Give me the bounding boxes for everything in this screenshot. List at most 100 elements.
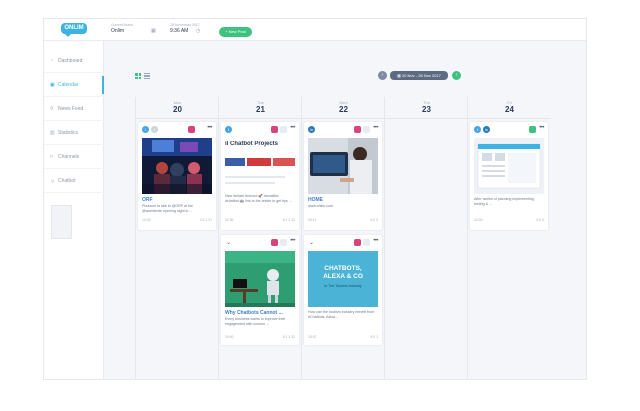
post-stats: 5 1 1 32 xyxy=(282,335,295,339)
twitter-icon: t xyxy=(474,126,481,133)
post-time: 15:00 xyxy=(225,335,234,339)
list-view-icon[interactable] xyxy=(144,73,150,79)
brand-value: Onlim xyxy=(111,28,125,34)
twitter-icon: t xyxy=(225,126,232,133)
post-link[interactable]: www.onlim.com xyxy=(308,204,376,210)
more-options-icon[interactable]: ••• xyxy=(207,125,212,131)
twitter-icon: t xyxy=(142,126,149,133)
brand-selector[interactable]: Current Brand Onlim xyxy=(111,23,133,35)
day-date: 21 xyxy=(256,105,265,114)
grid-view-icon[interactable] xyxy=(135,73,141,79)
sidebar-item-news-feed[interactable]: ⚲ News Feed xyxy=(44,97,104,121)
day-name: Tue xyxy=(257,100,264,105)
card-header: ••• xyxy=(308,238,378,247)
graphic-line-1: CHATBOTS, xyxy=(324,265,362,272)
instagram-icon[interactable] xyxy=(354,239,361,246)
post-footer: 10:00 6 0 0 xyxy=(474,218,544,222)
linkedin-icon: in xyxy=(308,126,315,133)
card-header: t f ••• xyxy=(142,125,212,134)
sidebar: ◔ Dashboard ▣ Calendar ⚲ News Feed ▥ Statist… xyxy=(44,41,104,379)
post-card[interactable]: in ••• HOME www.onlim.com 09:11 6 0 0 xyxy=(304,122,382,230)
preview-icon[interactable] xyxy=(363,239,370,246)
post-stats: 2 6 1 37 xyxy=(199,218,212,222)
post-card[interactable]: t in ••• After weeks of planning impleme… xyxy=(470,122,548,230)
clock-icon[interactable]: ◷ xyxy=(196,28,200,34)
post-card[interactable]: ⌄ ••• CHATBOTS, ALEXA & CO In The Touris… xyxy=(304,235,382,345)
day-name: Fri xyxy=(507,100,512,105)
post-image xyxy=(308,138,378,194)
calendar-small-icon[interactable]: ▦ xyxy=(151,28,156,34)
post-title[interactable]: HOME xyxy=(308,197,378,203)
post-stats: 6 0 0 xyxy=(536,218,544,222)
post-image xyxy=(225,251,295,307)
instagram-icon[interactable] xyxy=(354,126,361,133)
sidebar-item-label: News Feed xyxy=(58,106,84,112)
post-image xyxy=(142,138,212,194)
more-options-icon[interactable]: ••• xyxy=(373,238,378,244)
date-range-label: 20 Nov - 26 Nov 2017 xyxy=(401,73,441,78)
post-title[interactable]: Why Chatbots Cannot ... xyxy=(225,310,295,316)
card-header: ••• xyxy=(225,238,295,247)
day-date: 20 xyxy=(173,105,182,114)
card-header: in ••• xyxy=(308,125,378,134)
post-footer: 09:11 6 0 0 xyxy=(308,218,378,222)
post-text: New #share #record 🚀 #smallbiz #chatbot … xyxy=(225,194,292,203)
top-bar: ONLIM Current Brand Onlim ▦ 25 November … xyxy=(44,19,586,41)
more-options-icon[interactable]: ••• xyxy=(290,125,295,131)
new-post-button[interactable]: + New Post xyxy=(219,27,252,37)
onlim-logo[interactable]: ONLIM xyxy=(61,23,87,37)
chatbot-icon: ☺ xyxy=(50,178,56,184)
more-options-icon[interactable]: ••• xyxy=(539,125,544,131)
post-text: Pleasure to talk to @ORF at the @wkelder… xyxy=(142,204,193,213)
newsfeed-icon: ⚲ xyxy=(50,106,54,112)
channels-icon: ⌑ xyxy=(50,154,53,160)
week-calendar: Mon 20 Tue 21 Wed 22 Thu 23 Fri 24 t f •… xyxy=(135,97,585,379)
day-name: Thu xyxy=(423,100,430,105)
facebook-icon: f xyxy=(151,126,158,133)
preview-icon[interactable] xyxy=(280,126,287,133)
preview-icon[interactable] xyxy=(529,126,536,133)
sidebar-item-chatbot[interactable]: ☺ Chatbot xyxy=(44,169,104,193)
post-stats: 6 1 2 12 xyxy=(282,218,295,222)
card-header: t ••• xyxy=(225,125,295,134)
sidebar-item-calendar[interactable]: ▣ Calendar xyxy=(44,73,104,97)
post-footer: 10:00 2 6 1 37 xyxy=(142,218,212,222)
more-options-icon[interactable]: ••• xyxy=(290,238,295,244)
calendar-icon: ▣ xyxy=(50,82,55,88)
sidebar-item-label: Dashboard xyxy=(58,58,83,64)
sidebar-item-label: Calendar xyxy=(58,82,79,88)
previous-week-button[interactable]: ‹ xyxy=(378,71,387,80)
post-time: 10:00 xyxy=(142,218,151,222)
linkedin-icon: in xyxy=(483,126,490,133)
post-text: After weeks of planning implementing, te… xyxy=(474,197,535,206)
post-footer: 15:00 5 1 1 32 xyxy=(225,335,295,339)
day-date: 23 xyxy=(422,105,431,114)
post-text: How can the tourism industry benefit fro… xyxy=(308,310,375,319)
instagram-icon[interactable] xyxy=(271,239,278,246)
day-header: Wed 22 xyxy=(302,97,385,119)
post-time: 15:57 xyxy=(308,335,317,339)
post-card[interactable]: ⌄ ••• Why Chatbots Cannot ... Every busi… xyxy=(221,235,299,345)
day-date: 24 xyxy=(505,105,514,114)
sidebar-item-dashboard[interactable]: ◔ Dashboard xyxy=(44,49,104,73)
app-window: ONLIM Current Brand Onlim ▦ 25 November … xyxy=(43,18,587,380)
date-range-picker[interactable]: ▦ 20 Nov - 26 Nov 2017 xyxy=(390,71,448,80)
preview-icon[interactable] xyxy=(363,126,370,133)
sidebar-item-label: Statistics xyxy=(58,130,79,136)
graphic-headline: CHATBOTS, ALEXA & CO xyxy=(308,265,378,281)
post-card[interactable]: t f ••• ORF Pleasure to talk to @ORF at … xyxy=(138,122,216,230)
day-header: Tue 21 xyxy=(219,97,302,119)
post-footer: 11:30 6 1 2 12 xyxy=(225,218,295,222)
more-options-icon[interactable]: ••• xyxy=(373,125,378,131)
instagram-icon[interactable] xyxy=(271,126,278,133)
post-time: 11:30 xyxy=(225,218,234,222)
sidebar-item-statistics[interactable]: ▥ Statistics xyxy=(44,121,104,145)
next-week-button[interactable]: › xyxy=(452,71,461,80)
post-title[interactable]: ORF xyxy=(142,197,212,203)
instagram-icon[interactable] xyxy=(188,126,195,133)
sidebar-item-channels[interactable]: ⌑ Channels xyxy=(44,145,104,169)
day-header: Thu 23 xyxy=(385,97,468,119)
post-card[interactable]: t ••• il Chatbot Projects New #share #re… xyxy=(221,122,299,230)
preview-icon[interactable] xyxy=(280,239,287,246)
day-header: Fri 24 xyxy=(468,97,551,119)
